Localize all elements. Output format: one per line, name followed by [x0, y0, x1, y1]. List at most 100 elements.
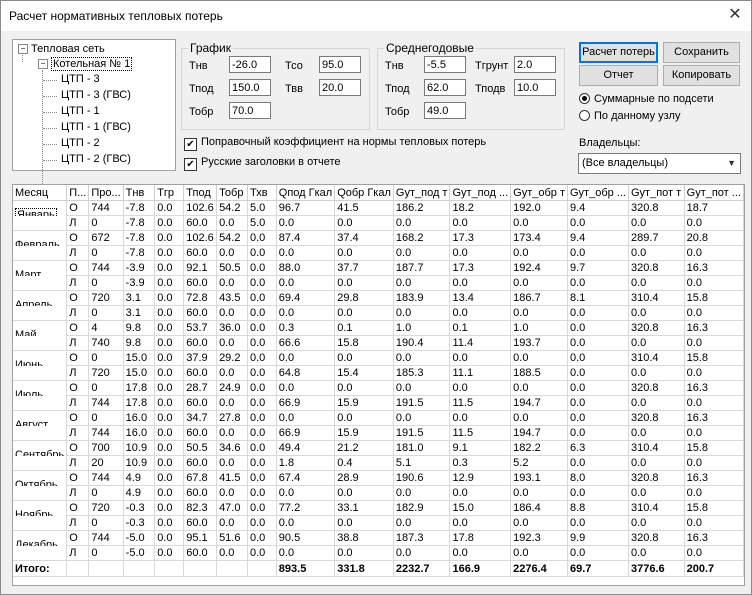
table-cell: 186.7 [510, 290, 568, 306]
schedule-group: График Тнв -26.0 Тпод 150.0 Тобр 70.0 Тс… [181, 41, 370, 130]
tree-node-network[interactable]: − Тепловая сеть [18, 43, 105, 55]
collapse-icon[interactable]: − [38, 59, 48, 69]
tree-node-substation[interactable]: ЦТП - 2 [61, 137, 100, 149]
radio-total-subnet[interactable]: Суммарные по подсети [579, 93, 714, 105]
tree-node-substation[interactable]: ЦТП - 3 [61, 73, 100, 85]
table-cell: 0.3 [449, 455, 512, 471]
annual-tgrunt-input[interactable]: 2.0 [514, 56, 556, 73]
column-header[interactable]: Про... [88, 185, 124, 201]
table-cell: 0.0 [334, 350, 394, 366]
column-header[interactable]: Qпод Гкал [276, 185, 336, 201]
tree-node-substation[interactable]: ЦТП - 3 (ГВС) [61, 89, 131, 101]
table-row[interactable]: Январь О 744 -7.8 0.0 102.6 54.2 5.0 96.7 41.5 186… [13, 200, 744, 216]
tree-node-substation[interactable]: ЦТП - 2 (ГВС) [61, 153, 131, 165]
table-row[interactable]: Л 744 17.8 0.0 60.0 0.0 0.0 66.9 15.9 191.5 11.5 19… [13, 395, 744, 411]
table-row[interactable]: Л 740 9.8 0.0 60.0 0.0 0.0 66.6 15.8 190.4 11.4 193… [13, 335, 744, 351]
save-button[interactable]: Сохранить [663, 42, 740, 63]
column-header[interactable]: Gут_пот т [628, 185, 685, 201]
column-header[interactable]: Тнв [123, 185, 156, 201]
column-header[interactable]: П... [66, 185, 90, 201]
table-row[interactable]: Февраль О 672 -7.8 0.0 102.6 54.2 0.0 87.4 37.4 16… [13, 230, 744, 246]
schedule-tnv-input[interactable]: -26.0 [229, 56, 271, 73]
tree-node-substation[interactable]: ЦТП - 1 (ГВС) [61, 121, 131, 133]
collapse-icon[interactable]: − [18, 44, 28, 54]
table-cell: 13.4 [449, 290, 512, 306]
annual-tpodv-input[interactable]: 10.0 [514, 79, 556, 96]
losses-table[interactable]: Месяц П... Про... Тнв Тгр Тпод Тобр Тхв Qпод Гка… [12, 184, 745, 586]
column-header[interactable]: Qобр Гкал [334, 185, 394, 201]
table-cell: 41.5 [216, 470, 248, 486]
correction-checkbox[interactable]: ✔ Поправочный коэффициент на нормы теплов… [184, 136, 486, 151]
schedule-tso-input[interactable]: 95.0 [319, 56, 361, 73]
month-cell [13, 245, 68, 261]
radio-this-node[interactable]: По данному узлу [579, 110, 680, 122]
column-header[interactable]: Gут_обр ... [567, 185, 629, 201]
column-header[interactable]: Тхв [247, 185, 277, 201]
table-row[interactable]: Июнь О 0 15.0 0.0 37.9 29.2 0.0 0.0 0.0 0.0 0.0 0.0 0… [13, 350, 744, 366]
schedule-tvv-input[interactable]: 20.0 [319, 79, 361, 96]
month-cell: Февраль [13, 230, 68, 246]
table-cell: 0.1 [334, 320, 394, 336]
close-icon[interactable]: ✕ [725, 5, 745, 25]
table-cell: 0.0 [628, 395, 685, 411]
annual-tpod-input[interactable]: 62.0 [424, 79, 466, 96]
table-cell: 0.0 [393, 215, 451, 231]
owners-select[interactable]: (Все владельцы) ▼ [578, 153, 741, 174]
table-cell: -5.0 [123, 545, 156, 561]
table-row[interactable]: Март О 744 -3.9 0.0 92.1 50.5 0.0 88.0 37.7 187.7 1… [13, 260, 744, 276]
table-cell: 0.0 [393, 515, 451, 531]
table-row[interactable]: Л 20 10.9 0.0 60.0 0.0 0.0 1.8 0.4 5.1 0.3 5.2 0.0 0.… [13, 455, 744, 471]
table-row[interactable]: Л 0 -3.9 0.0 60.0 0.0 0.0 0.0 0.0 0.0 0.0 0.0 0.0 0.0… [13, 275, 744, 291]
column-header[interactable]: Тобр [216, 185, 248, 201]
column-header[interactable]: Gут_обр т [510, 185, 568, 201]
table-row[interactable]: Л 720 15.0 0.0 60.0 0.0 0.0 64.8 15.4 185.3 11.1 18… [13, 365, 744, 381]
column-header[interactable]: Gут_под ... [449, 185, 512, 201]
table-cell: 20 [88, 455, 124, 471]
annual-tobr-input[interactable]: 49.0 [424, 102, 466, 119]
total-cell [66, 560, 90, 577]
table-cell: 0.0 [567, 410, 629, 426]
table-row[interactable]: Сентябрь О 700 10.9 0.0 50.5 34.6 0.0 49.4 21.2 18… [13, 440, 744, 456]
column-header[interactable]: Месяц [13, 185, 68, 201]
schedule-tpod-input[interactable]: 150.0 [229, 79, 271, 96]
table-row[interactable]: Л 0 -5.0 0.0 60.0 0.0 0.0 0.0 0.0 0.0 0.0 0.0 0.0 0.0… [13, 545, 744, 561]
table-cell: 15.8 [684, 440, 744, 456]
table-cell: 8.1 [567, 290, 629, 306]
russian-headers-checkbox[interactable]: ✔ Русские заголовки в отчете [184, 156, 341, 171]
calc-losses-button[interactable]: Расчет потерь [579, 42, 658, 63]
copy-button[interactable]: Копировать [663, 65, 740, 86]
table-cell: 181.0 [393, 440, 451, 456]
table-row[interactable]: Июль О 0 17.8 0.0 28.7 24.9 0.0 0.0 0.0 0.0 0.0 0.0 0… [13, 380, 744, 396]
report-button[interactable]: Отчет [579, 65, 658, 86]
table-row[interactable]: Л 0 -7.8 0.0 60.0 0.0 0.0 0.0 0.0 0.0 0.0 0.0 0.0 0.0… [13, 245, 744, 261]
table-row[interactable]: Л 0 3.1 0.0 60.0 0.0 0.0 0.0 0.0 0.0 0.0 0.0 0.0 0.0 0… [13, 305, 744, 321]
table-row[interactable]: Ноябрь О 720 -0.3 0.0 82.3 47.0 0.0 77.2 33.1 182.… [13, 500, 744, 516]
column-header[interactable]: Gут_под т [393, 185, 451, 201]
table-row[interactable]: Август О 0 16.0 0.0 34.7 27.8 0.0 0.0 0.0 0.0 0.0 0.… [13, 410, 744, 426]
tree-node-boiler[interactable]: − Котельная № 1 [38, 57, 133, 71]
table-cell: 0.0 [628, 245, 685, 261]
table-row[interactable]: Апрель О 720 3.1 0.0 72.8 43.5 0.0 69.4 29.8 183.9… [13, 290, 744, 306]
column-header[interactable]: Gут_пот ... [684, 185, 744, 201]
month-cell: Март [13, 260, 68, 276]
table-row[interactable]: Л 0 4.9 0.0 60.0 0.0 0.0 0.0 0.0 0.0 0.0 0.0 0.0 0.0 0… [13, 485, 744, 501]
table-row[interactable]: Май О 4 9.8 0.0 53.7 36.0 0.0 0.3 0.1 1.0 0.1 1.0 0.0… [13, 320, 744, 336]
table-cell: 182.9 [393, 500, 451, 516]
table-row[interactable]: Л 0 -0.3 0.0 60.0 0.0 0.0 0.0 0.0 0.0 0.0 0.0 0.0 0.0… [13, 515, 744, 531]
network-tree[interactable]: − Тепловая сеть − Котельная № 1 ЦТП - 3 ЦТП… [12, 39, 176, 186]
column-header[interactable]: Тпод [183, 185, 218, 201]
table-row[interactable]: Декабрь О 744 -5.0 0.0 95.1 51.6 0.0 90.5 38.8 187… [13, 530, 744, 546]
table-cell: 0.0 [449, 515, 512, 531]
table-cell: -3.9 [123, 260, 156, 276]
column-header[interactable]: Тгр [154, 185, 185, 201]
tree-node-substation[interactable]: ЦТП - 1 [61, 105, 100, 117]
table-row[interactable]: Л 0 -7.8 0.0 60.0 0.0 5.0 0.0 0.0 0.0 0.0 0.0 0.0 0.0… [13, 215, 744, 231]
schedule-tobr-input[interactable]: 70.0 [229, 102, 271, 119]
table-row[interactable]: Л 744 16.0 0.0 60.0 0.0 0.0 66.9 15.9 191.5 11.5 19… [13, 425, 744, 441]
table-row[interactable]: Октябрь О 744 4.9 0.0 67.8 41.5 0.0 67.4 28.9 190.… [13, 470, 744, 486]
table-cell: 190.6 [393, 470, 451, 486]
annual-tnv-input[interactable]: -5.5 [424, 56, 466, 73]
month-name: Апрель [15, 299, 53, 306]
table-cell: 1.0 [510, 320, 568, 336]
table-cell: 0.0 [449, 380, 512, 396]
